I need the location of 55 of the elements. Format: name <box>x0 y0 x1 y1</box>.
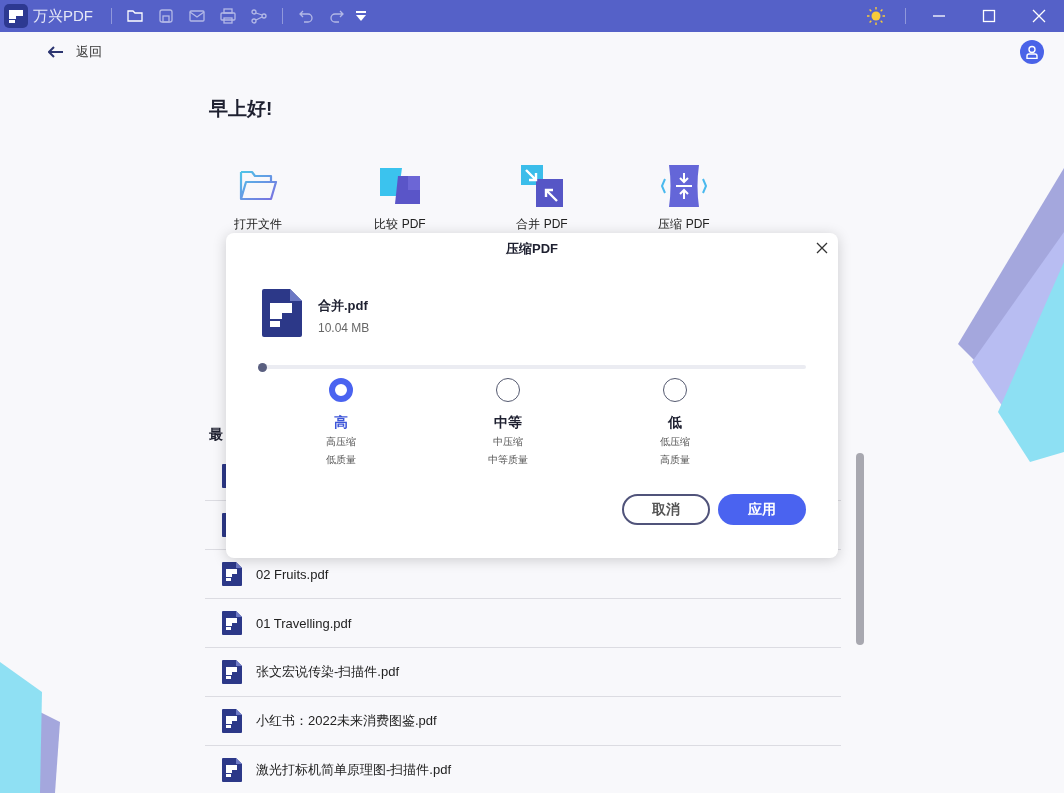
share-icon[interactable] <box>250 7 268 25</box>
mail-icon[interactable] <box>188 7 206 25</box>
app-name: 万兴PDF <box>33 6 93 26</box>
file-name[interactable]: 02 Fruits.pdf <box>256 566 329 582</box>
option-description: 高压缩 <box>325 435 356 449</box>
option-description: 低压缩 <box>659 435 690 449</box>
folder-icon[interactable] <box>126 7 144 25</box>
user-avatar[interactable] <box>1020 40 1044 64</box>
folder-icon <box>238 169 278 203</box>
radio-button[interactable] <box>495 378 520 402</box>
sun-icon[interactable] <box>867 7 885 25</box>
arrow-squares-icon <box>521 165 563 207</box>
option-label: 低 <box>667 414 682 432</box>
tool-button[interactable]: 压缩 PDF <box>613 164 755 233</box>
file-size: 10.04 MB <box>318 321 370 335</box>
scrollbar[interactable] <box>856 453 864 645</box>
radio-button[interactable] <box>328 378 353 402</box>
back-arrow-icon <box>48 46 64 58</box>
compress-arrows-icon <box>661 165 707 207</box>
pdf-file-icon <box>222 709 242 733</box>
pdf-file-icon <box>222 660 242 684</box>
file-name: 合并.pdf <box>318 297 369 315</box>
tool-button[interactable]: 比较 PDF <box>329 164 471 233</box>
pdf-file-icon <box>222 562 242 586</box>
back-button[interactable]: 返回 <box>48 43 102 61</box>
apply-button[interactable]: 应用 <box>718 494 806 525</box>
section-heading: 最 <box>209 426 223 444</box>
option-description: 低质量 <box>325 453 356 467</box>
option-description: 高质量 <box>659 453 690 467</box>
cancel-button[interactable]: 取消 <box>622 494 710 525</box>
option-label: 中等 <box>493 414 522 432</box>
tool-button[interactable]: 打开文件 <box>187 164 329 233</box>
pdf-file-icon <box>222 758 242 782</box>
option-label: 高 <box>333 414 348 432</box>
dialog-title: 压缩PDF <box>506 240 558 258</box>
option-description: 中压缩 <box>492 435 523 449</box>
file-name[interactable]: 01 Travelling.pdf <box>256 615 352 631</box>
option-description: 中等质量 <box>487 453 528 467</box>
pdf-file-icon <box>222 611 242 635</box>
file-name[interactable]: 激光打标机简单原理图-扫描件.pdf <box>256 761 451 779</box>
greeting: 早上好! <box>209 97 274 121</box>
user-icon <box>1026 45 1038 59</box>
maximize-icon[interactable] <box>980 7 998 25</box>
close-button[interactable] <box>816 242 828 254</box>
print-icon[interactable] <box>219 7 237 25</box>
file-name[interactable]: 小红书：2022未来消费图鉴.pdf <box>256 712 437 730</box>
radio-button[interactable] <box>662 378 687 402</box>
close-icon[interactable] <box>1030 7 1048 25</box>
save-icon[interactable] <box>157 7 175 25</box>
pdf-file-icon <box>262 289 302 337</box>
close-icon <box>816 242 828 254</box>
file-name[interactable]: 张文宏说传染-扫描件.pdf <box>256 663 399 681</box>
overlapping-squares-icon <box>378 166 422 206</box>
tool-button[interactable]: 合并 PDF <box>471 164 613 233</box>
logo-icon <box>4 4 28 28</box>
